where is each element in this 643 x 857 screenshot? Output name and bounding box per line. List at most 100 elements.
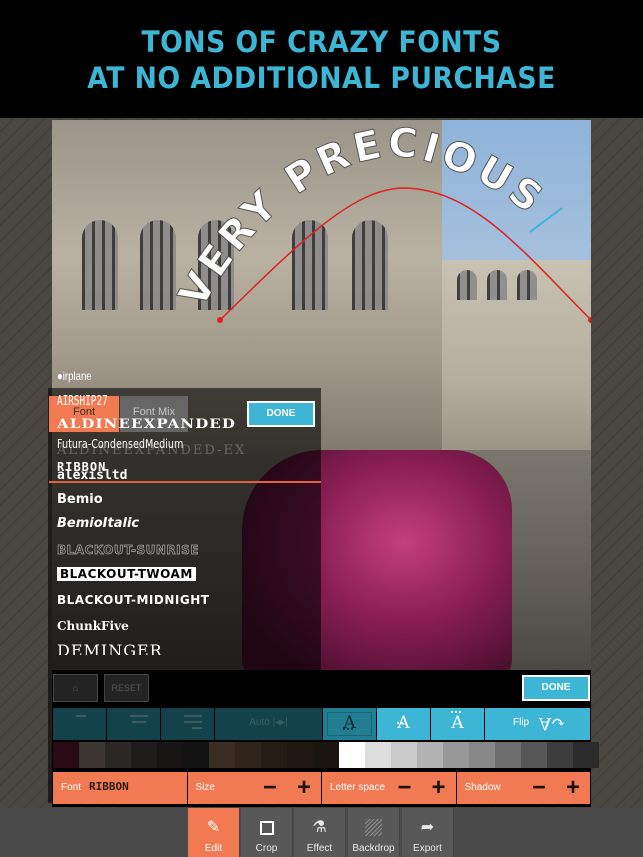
font-item-airship27[interactable]: AIRSHIP27 xyxy=(57,394,108,409)
window xyxy=(487,270,507,300)
window xyxy=(198,220,234,310)
tab-edit-label: Edit xyxy=(204,843,223,854)
color-swatch[interactable] xyxy=(209,742,235,768)
style-done-button[interactable]: DONE xyxy=(522,675,590,701)
spacing-arrows-icon: |◂▸| xyxy=(272,717,288,728)
align-right-icon xyxy=(184,715,202,733)
flip-icon: A↷ xyxy=(539,713,566,733)
size-property: Size − + xyxy=(187,772,322,804)
font-item-aldineexpanded-ex[interactable]: ALDINEEXPANDED-EX xyxy=(57,443,246,458)
banner-line-1: TONS OF CRAZY FONTS xyxy=(141,25,502,59)
color-swatch[interactable] xyxy=(391,742,417,768)
flask-icon: ⚗ xyxy=(312,819,327,836)
tab-edit[interactable]: ✎ Edit xyxy=(188,808,240,857)
auto-label: Auto |◂▸| xyxy=(249,717,288,728)
letter-space-increase-button[interactable]: + xyxy=(431,773,445,803)
text-below-path-icon: A xyxy=(343,713,356,733)
align-center-button[interactable] xyxy=(107,708,161,740)
auto-spacing-button[interactable]: Auto |◂▸| xyxy=(215,708,323,740)
font-item-aldineexpanded[interactable]: ALDINEEXPANDED xyxy=(57,417,236,432)
size-increase-button[interactable]: + xyxy=(297,773,311,803)
font-item-alexisltd[interactable]: alexisltd xyxy=(57,468,127,483)
color-swatches xyxy=(53,742,599,768)
font-item-airplane[interactable]: ●irplane xyxy=(57,369,92,383)
color-swatch[interactable] xyxy=(235,742,261,768)
color-swatch[interactable] xyxy=(79,742,105,768)
size-decrease-button[interactable]: − xyxy=(263,773,277,803)
font-property-label: Font xyxy=(61,782,82,793)
baseline-above-button[interactable]: A xyxy=(431,708,485,740)
backdrop-icon xyxy=(348,816,399,840)
bottom-tab-bar: ✎ Edit Crop ⚗ Effect Backdrop ➦ Export xyxy=(0,808,643,857)
font-property[interactable]: Font RIBBON xyxy=(53,772,188,804)
window xyxy=(140,220,176,310)
font-item-blackout-twoam[interactable]: BLACKOUT-TWOAM xyxy=(57,567,196,581)
banner-line-2: AT NO ADDITIONAL PURCHASE xyxy=(87,61,556,95)
letter-space-property: Letter space − + xyxy=(322,772,457,804)
text-above-path-icon: A xyxy=(451,713,464,733)
color-swatch[interactable] xyxy=(547,742,573,768)
window xyxy=(517,270,537,300)
font-property-value: RIBBON xyxy=(89,780,129,793)
crop-icon xyxy=(241,816,292,840)
color-swatch[interactable] xyxy=(183,742,209,768)
font-item-bemio[interactable]: Bemio xyxy=(57,492,103,507)
color-swatch[interactable] xyxy=(365,742,391,768)
font-item-deminger[interactable]: DEMINGER xyxy=(57,641,163,655)
color-swatch[interactable] xyxy=(469,742,495,768)
align-center-icon xyxy=(130,715,148,727)
color-swatch[interactable] xyxy=(157,742,183,768)
window xyxy=(352,220,388,310)
color-swatch[interactable] xyxy=(495,742,521,768)
color-swatch[interactable] xyxy=(417,742,443,768)
alignment-row: Auto |◂▸| A A A Flip A↷ xyxy=(53,708,590,740)
color-swatch[interactable] xyxy=(131,742,157,768)
color-swatch[interactable] xyxy=(287,742,313,768)
color-swatch[interactable] xyxy=(261,742,287,768)
color-swatch[interactable] xyxy=(443,742,469,768)
color-swatch[interactable] xyxy=(53,742,79,768)
tab-crop[interactable]: Crop xyxy=(241,808,293,857)
window xyxy=(292,220,328,310)
tab-backdrop[interactable]: Backdrop xyxy=(348,808,400,857)
tab-crop-label: Crop xyxy=(255,843,278,854)
reset-button[interactable]: RESET xyxy=(104,674,149,702)
font-item-bemioitalic[interactable]: BemioItalic xyxy=(57,516,139,531)
baseline-below-button[interactable]: A xyxy=(323,708,377,740)
tab-backdrop-label: Backdrop xyxy=(352,843,395,854)
tab-export[interactable]: ➦ Export xyxy=(402,808,454,857)
flip-button[interactable]: Flip A↷ xyxy=(485,708,590,740)
align-left-button[interactable] xyxy=(53,708,107,740)
baseline-middle-button[interactable]: A xyxy=(377,708,431,740)
flip-label: Flip xyxy=(513,717,530,728)
align-left-icon xyxy=(76,715,94,721)
color-swatch[interactable] xyxy=(521,742,547,768)
shadow-decrease-button[interactable]: − xyxy=(532,773,546,803)
color-swatch[interactable] xyxy=(339,742,365,768)
font-item-chunkfive[interactable]: ChunkFive xyxy=(57,619,129,633)
export-icon: ➦ xyxy=(420,819,435,836)
property-bar: Font RIBBON Size − + Letter space − + Sh… xyxy=(53,772,590,804)
align-right-button[interactable] xyxy=(161,708,215,740)
shadow-increase-button[interactable]: + xyxy=(566,773,580,803)
letter-space-label: Letter space xyxy=(330,782,386,793)
promo-banner: TONS OF CRAZY FONTS AT NO ADDITIONAL PUR… xyxy=(0,0,643,118)
pencil-icon: ✎ xyxy=(206,819,221,836)
color-swatch[interactable] xyxy=(313,742,339,768)
shadow-property: Shadow − + xyxy=(456,772,590,804)
up-arrow-button[interactable]: ⌂ xyxy=(53,674,98,702)
tab-export-label: Export xyxy=(413,843,442,854)
color-swatch[interactable] xyxy=(105,742,131,768)
color-swatch[interactable] xyxy=(573,742,599,768)
window xyxy=(457,270,477,300)
font-done-button[interactable]: DONE xyxy=(247,401,315,427)
size-label: Size xyxy=(195,782,215,793)
shadow-label: Shadow xyxy=(464,782,501,793)
tab-effect-label: Effect xyxy=(306,843,333,854)
font-item-blackout-midnight[interactable]: BLACKOUT-MIDNIGHT xyxy=(57,593,209,607)
text-center-path-icon: A xyxy=(397,713,410,733)
letter-space-decrease-button[interactable]: − xyxy=(397,773,411,803)
window xyxy=(82,220,118,310)
tab-effect[interactable]: ⚗ Effect xyxy=(294,808,346,857)
font-item-blackout-sunrise[interactable]: BLACKOUT-SUNRISE xyxy=(57,543,199,558)
